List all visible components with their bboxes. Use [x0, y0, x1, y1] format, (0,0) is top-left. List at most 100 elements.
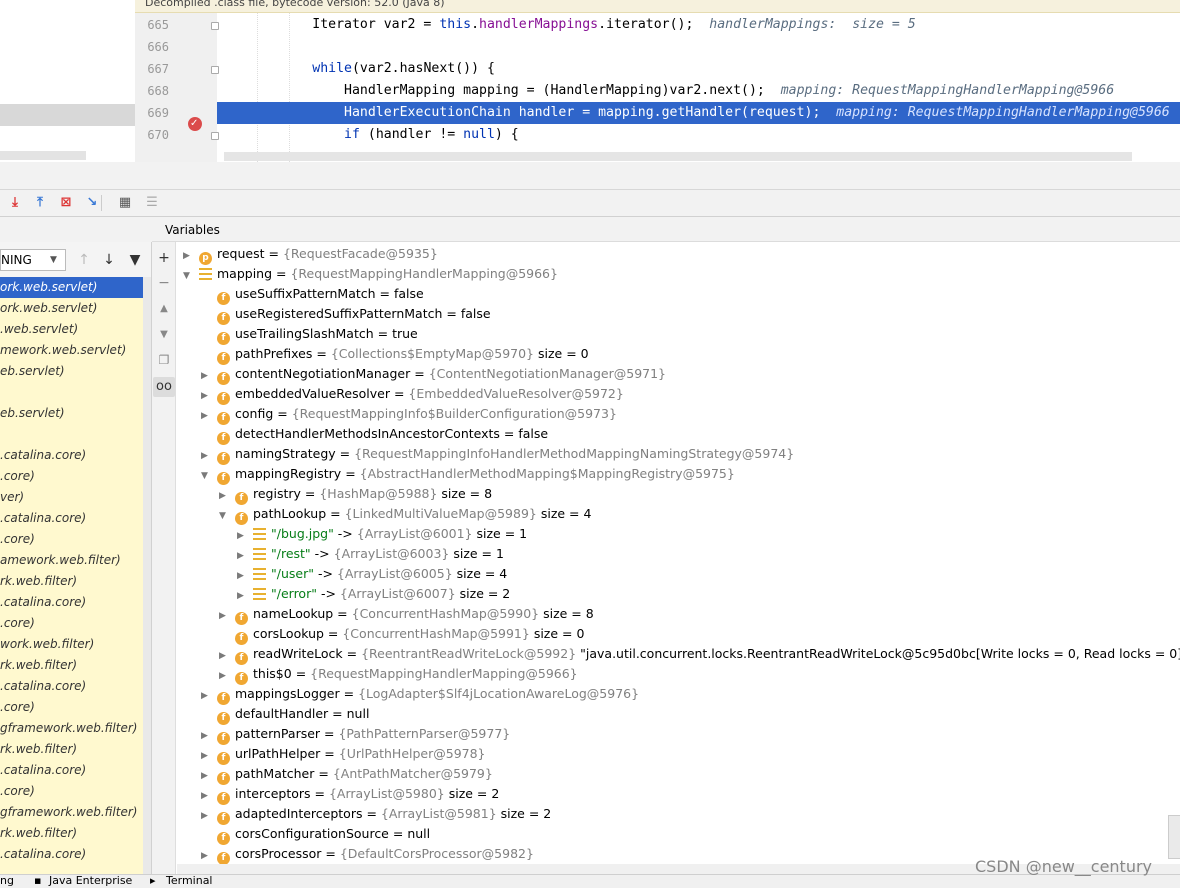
- frame-item[interactable]: .catalina.core): [0, 760, 143, 781]
- variable-row[interactable]: ▼ mapping = {RequestMappingHandlerMapping…: [183, 264, 558, 284]
- arrow-up-icon[interactable]: ↑: [76, 251, 92, 269]
- expand-icon[interactable]: ▶: [201, 806, 217, 826]
- expand-icon[interactable]: ▶: [201, 846, 217, 866]
- tab-terminal[interactable]: Terminal: [166, 875, 213, 888]
- chevron-down-icon[interactable]: ▼: [50, 250, 57, 270]
- expand-icon[interactable]: ▶: [201, 746, 217, 766]
- frame-item[interactable]: rk.web.filter): [0, 571, 143, 592]
- frame-item[interactable]: eb.servlet): [0, 403, 143, 424]
- fold-marker-icon[interactable]: [211, 22, 219, 30]
- variable-row[interactable]: f useSuffixPatternMatch = false: [201, 284, 424, 305]
- variable-row[interactable]: ▶ f contentNegotiationManager = {ContentNe…: [201, 364, 666, 386]
- frame-item[interactable]: .catalina.core): [0, 844, 143, 865]
- expand-icon[interactable]: ▶: [201, 386, 217, 406]
- variable-row[interactable]: ▶ f urlPathHelper = {UrlPathHelper@5978}: [201, 744, 486, 766]
- move-down-icon[interactable]: ▼: [153, 325, 175, 345]
- expand-icon[interactable]: ▶: [201, 686, 217, 706]
- copy-icon[interactable]: ❐: [153, 350, 175, 370]
- variable-row[interactable]: ▶ f interceptors = {ArrayList@5980} size =…: [201, 784, 499, 806]
- frame-list-scrollbar[interactable]: [143, 277, 151, 877]
- frame-item[interactable]: .catalina.core): [0, 676, 143, 697]
- variable-row[interactable]: f pathPrefixes = {Collections$EmptyMap@59…: [201, 344, 589, 365]
- frame-item[interactable]: .core): [0, 613, 143, 634]
- expand-icon[interactable]: ▶: [201, 786, 217, 806]
- variable-row[interactable]: ▶ f pathMatcher = {AntPathMatcher@5979}: [201, 764, 493, 786]
- expand-icon[interactable]: ▶: [219, 646, 235, 666]
- collapse-icon[interactable]: ▼: [201, 466, 217, 486]
- variable-row[interactable]: ▶ "/error" -> {ArrayList@6007} size = 2: [237, 584, 510, 604]
- frame-item[interactable]: .web.servlet): [0, 319, 143, 340]
- expand-icon[interactable]: ▶: [219, 486, 235, 506]
- variable-row[interactable]: ▶ f mappingsLogger = {LogAdapter$Slf4jLoca…: [201, 684, 639, 706]
- expand-icon[interactable]: ▶: [237, 526, 253, 546]
- arrow-down-icon[interactable]: ↓: [101, 251, 117, 269]
- variable-row[interactable]: ▶ "/rest" -> {ArrayList@6003} size = 1: [237, 544, 504, 564]
- collapse-icon[interactable]: ▼: [219, 506, 235, 526]
- variable-row[interactable]: ▶ f this$0 = {RequestMappingHandlerMapping…: [219, 664, 578, 686]
- variable-row[interactable]: ▶ f patternParser = {PathPatternParser@597…: [201, 724, 510, 746]
- frame-item[interactable]: amework.web.filter): [0, 550, 143, 571]
- variable-row[interactable]: ▶ f corsProcessor = {DefaultCorsProcessor@…: [201, 844, 534, 866]
- tab-java-enterprise[interactable]: Java Enterprise: [49, 875, 132, 888]
- variable-row[interactable]: f defaultHandler = null: [201, 704, 369, 725]
- frame-item[interactable]: .core): [0, 697, 143, 718]
- variable-row[interactable]: f detectHandlerMethodsInAncestorContexts …: [201, 424, 548, 445]
- expand-icon[interactable]: ▶: [237, 566, 253, 586]
- move-up-icon[interactable]: ▲: [153, 299, 175, 319]
- project-tree-scrollbar[interactable]: [0, 151, 86, 160]
- variable-row[interactable]: ▶ "/user" -> {ArrayList@6005} size = 4: [237, 564, 507, 584]
- variable-row[interactable]: f useRegisteredSuffixPatternMatch = false: [201, 304, 491, 325]
- frame-item[interactable]: ver): [0, 487, 143, 508]
- variable-row[interactable]: ▶ "/bug.jpg" -> {ArrayList@6001} size = 1: [237, 524, 527, 544]
- variable-row[interactable]: f corsLookup = {ConcurrentHashMap@5991} s…: [219, 624, 584, 645]
- glasses-icon[interactable]: oo: [153, 377, 175, 397]
- trace-icon[interactable]: ☰: [143, 194, 161, 212]
- fold-marker-icon[interactable]: [211, 66, 219, 74]
- variable-row[interactable]: ▶ f embeddedValueResolver = {EmbeddedValue…: [201, 384, 624, 406]
- variable-row[interactable]: ▶ f config = {RequestMappingInfo$BuilderCo…: [201, 404, 617, 425]
- frame-item[interactable]: [0, 382, 143, 403]
- step-into-icon[interactable]: ⤓: [6, 194, 24, 212]
- frame-item[interactable]: ork.web.servlet): [0, 277, 143, 298]
- variable-row[interactable]: ▼ f pathLookup = {LinkedMultiValueMap@5989…: [219, 504, 591, 526]
- frame-item[interactable]: rk.web.filter): [0, 739, 143, 760]
- expand-icon[interactable]: ▶: [201, 766, 217, 786]
- variable-row[interactable]: ▶ f nameLookup = {ConcurrentHashMap@5990} …: [219, 604, 594, 625]
- editor-horizontal-scrollbar[interactable]: [224, 152, 1132, 161]
- add-watch-icon[interactable]: +: [153, 248, 175, 268]
- frame-item[interactable]: .catalina.core): [0, 508, 143, 529]
- expand-icon[interactable]: ▶: [201, 366, 217, 386]
- variable-row[interactable]: ▶ f namingStrategy = {RequestMappingInfoHa…: [201, 444, 794, 466]
- step-out-icon[interactable]: ⤒: [31, 194, 49, 212]
- side-panel-handle[interactable]: [1168, 815, 1180, 859]
- frame-item[interactable]: [0, 424, 143, 445]
- frame-item[interactable]: mework.web.servlet): [0, 340, 143, 361]
- remove-watch-icon[interactable]: −: [153, 273, 175, 293]
- variable-row[interactable]: ▶ f readWriteLock = {ReentrantReadWriteLoc…: [219, 644, 1180, 666]
- collapse-icon[interactable]: ▼: [183, 266, 199, 286]
- expand-icon[interactable]: ▶: [237, 546, 253, 566]
- expand-icon[interactable]: ▶: [201, 726, 217, 746]
- frame-item[interactable]: .catalina.core): [0, 592, 143, 613]
- evaluate-icon[interactable]: ▦: [116, 194, 134, 212]
- expand-icon[interactable]: ▶: [237, 586, 253, 606]
- variable-row[interactable]: ▶ f adaptedInterceptors = {ArrayList@5981}…: [201, 804, 551, 826]
- variable-row[interactable]: f corsConfigurationSource = null: [201, 824, 430, 845]
- tab-debug[interactable]: ng: [0, 875, 14, 888]
- expand-icon[interactable]: ▶: [201, 446, 217, 466]
- variable-row[interactable]: ▼ f mappingRegistry = {AbstractHandlerMeth…: [201, 464, 735, 486]
- frame-item[interactable]: .core): [0, 781, 143, 802]
- frame-item[interactable]: .catalina.core): [0, 445, 143, 466]
- expand-icon[interactable]: ▶: [219, 666, 235, 686]
- frame-item[interactable]: gframework.web.filter): [0, 802, 143, 823]
- frame-item[interactable]: work.web.filter): [0, 634, 143, 655]
- frame-item[interactable]: eb.servlet): [0, 361, 143, 382]
- variable-row[interactable]: ▶ f registry = {HashMap@5988} size = 8: [219, 484, 492, 506]
- drop-frame-icon[interactable]: ⊠: [57, 194, 75, 212]
- filter-icon[interactable]: ▼: [127, 251, 143, 269]
- frame-item[interactable]: rk.web.filter): [0, 655, 143, 676]
- fold-marker-icon[interactable]: [211, 132, 219, 140]
- frame-item[interactable]: ork.web.servlet): [0, 298, 143, 319]
- variable-row[interactable]: f useTrailingSlashMatch = true: [201, 324, 418, 345]
- frame-item[interactable]: .core): [0, 529, 143, 550]
